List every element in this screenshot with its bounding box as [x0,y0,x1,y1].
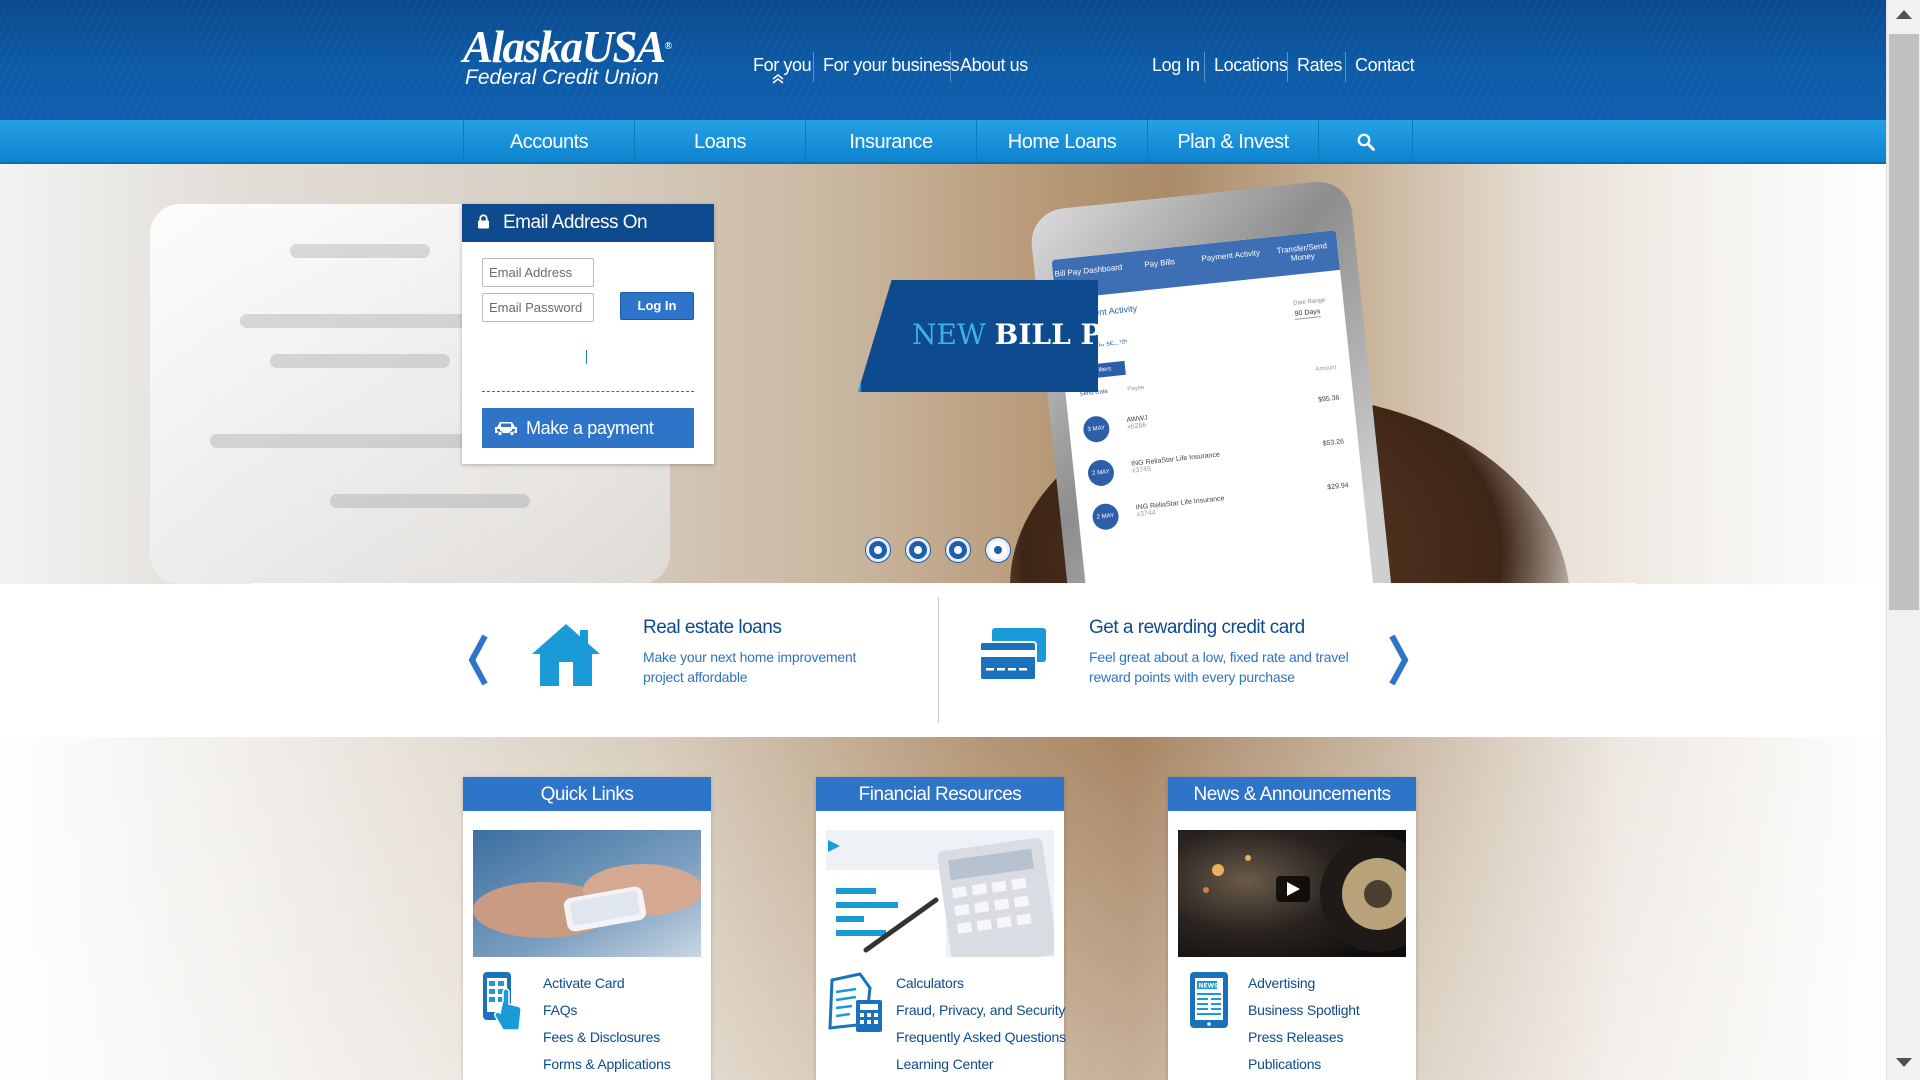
phone-col-payee: Payee [1127,384,1145,393]
topnav-contact[interactable]: Contact [1355,52,1415,78]
text-cursor [586,350,587,364]
link-fees-disclosures[interactable]: Fees & Disclosures [543,1024,671,1051]
link-activate-card[interactable]: Activate Card [543,970,671,997]
link-frequently-asked-questions[interactable]: Frequently Asked Questions [896,1024,1066,1051]
promo-desc-credit-card: Feel great about a low, fixed rate and t… [1089,649,1349,685]
login-divider [482,391,694,392]
logo-subtitle: Federal Credit Union [465,66,659,89]
link-faqs[interactable]: FAQs [543,997,671,1024]
topnav-for-your-business[interactable]: For your business [823,52,960,78]
promo-strip [250,583,1636,737]
bill-pay-banner-text: NEW BILL PAY [912,318,1140,351]
link-learning-center[interactable]: Learning Center [896,1051,1066,1078]
nav-accounts[interactable]: Accounts [463,120,634,162]
vertical-scrollbar[interactable] [1886,0,1920,1080]
card-title: Quick Links [463,777,711,811]
carousel-dot-3[interactable] [946,538,970,562]
scroll-up-arrow-icon[interactable] [1896,10,1912,19]
link-publications[interactable]: Publications [1248,1051,1360,1078]
car-icon [495,422,517,436]
banner-new-label: NEW [912,318,986,351]
make-payment-button[interactable]: Make a payment [482,408,694,448]
email-address-field[interactable] [482,258,594,287]
hands-phone-image[interactable] [473,830,701,957]
calculator-document-icon [828,972,882,1032]
main-navigation: Accounts Loans Insurance Home Loans Plan… [0,120,1886,164]
topnav-divider [1204,52,1205,82]
login-button[interactable]: Log In [620,292,694,320]
nav-home-loans[interactable]: Home Loans [976,120,1147,162]
nav-search-button[interactable] [1318,120,1413,162]
financial-resources-list: Calculators Fraud, Privacy, and Security… [896,970,1066,1078]
link-press-releases[interactable]: Press Releases [1248,1024,1360,1051]
email-password-field[interactable] [482,293,594,322]
topnav-divider [813,52,814,82]
house-icon[interactable] [530,622,602,688]
phone-col-amount: Amount [1315,364,1337,373]
scrollbar-thumb[interactable] [1889,34,1919,610]
carousel-dots [866,538,1010,562]
promo-next-arrow-icon[interactable] [1388,632,1410,688]
brand-logo[interactable]: AlaskaUSA® Federal Credit Union [463,25,672,89]
nav-loans[interactable]: Loans [634,120,805,162]
financial-resources-card: Financial Resources Calculators Fraud, P… [816,777,1066,1080]
news-announcements-list: Advertising Business Spotlight Press Rel… [1248,970,1360,1078]
credit-card-icon[interactable] [978,626,1048,684]
lock-icon [478,214,489,229]
news-video-thumbnail[interactable] [1178,830,1406,957]
link-forms-applications[interactable]: Forms & Applications [543,1051,671,1078]
newspaper-tablet-icon: NEWS [1190,972,1228,1028]
make-payment-label: Make a payment [526,418,654,438]
topnav-rates[interactable]: Rates [1297,52,1342,78]
topnav-locations[interactable]: Locations [1214,52,1288,78]
link-calculators[interactable]: Calculators [896,970,1066,997]
topnav-divider [1287,52,1288,82]
link-advertising[interactable]: Advertising [1248,970,1360,997]
nav-insurance[interactable]: Insurance [805,120,976,162]
link-business-spotlight[interactable]: Business Spotlight [1248,997,1360,1024]
login-panel-header: Email Address On Account [462,204,714,271]
touch-phone-icon [483,972,522,1031]
topnav-log-in[interactable]: Log In [1152,52,1200,78]
promo-title-real-estate[interactable]: Real estate loans [643,617,782,639]
phone-tab: Payment Activity [1201,248,1261,264]
nav-plan-invest[interactable]: Plan & Invest [1147,120,1318,162]
logo-main-text: AlaskaUSA [463,22,666,72]
phone-tab: Pay Bills [1143,257,1176,270]
carousel-dot-1[interactable] [866,538,890,562]
promo-title-credit-card[interactable]: Get a rewarding credit card [1089,617,1305,639]
promo-desc-real-estate: Make your next home improvement project … [643,649,857,685]
active-tab-indicator-icon [772,74,784,85]
promo-prev-arrow-icon[interactable] [467,632,489,688]
phone-date-range-label: Date Range [1293,297,1326,307]
hero-carousel: Bill Pay Dashboard Pay Bills Payment Act… [0,164,1886,584]
topnav-about-us[interactable]: About us [960,52,1028,78]
phone-tab: Transfer/Send Money [1276,241,1328,263]
promo-divider [938,597,939,723]
scroll-down-arrow-icon[interactable] [1896,1058,1912,1067]
carousel-dot-4[interactable] [986,538,1010,562]
banner-main-label: BILL PAY [994,318,1140,351]
topnav-divider [950,52,951,82]
calculator-image[interactable] [826,830,1054,957]
card-title: Financial Resources [816,777,1064,811]
carousel-dot-2[interactable] [906,538,930,562]
login-panel: Email Address On Account Log In Make a p… [462,204,714,464]
svg-text:NEWS: NEWS [1199,983,1219,990]
search-icon [1357,133,1375,151]
topnav-divider [1345,52,1346,82]
news-announcements-card: News & Announcements NEWS Advertising Bu… [1168,777,1416,1080]
phone-date-range-value: 90 Days [1294,308,1321,320]
logo-registered-mark: ® [664,41,672,52]
card-title: News & Announcements [1168,777,1416,811]
link-fraud-privacy-security[interactable]: Fraud, Privacy, and Security [896,997,1066,1024]
quick-links-list: Activate Card FAQs Fees & Disclosures Fo… [543,970,671,1078]
quick-links-card: Quick Links Activate Card FAQs Fees & Di… [463,777,711,1080]
